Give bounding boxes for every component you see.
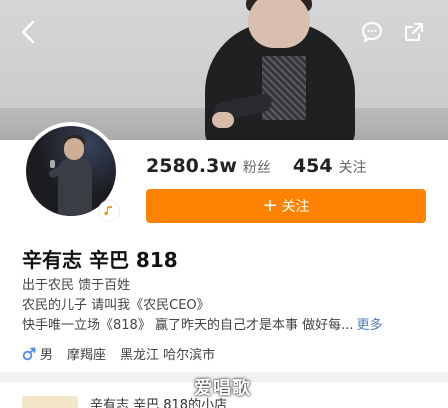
male-icon (22, 347, 36, 360)
music-note-icon (104, 206, 112, 216)
back-button[interactable] (10, 14, 46, 50)
cover-banner (0, 0, 448, 140)
chat-bubble-icon (361, 21, 383, 43)
share-icon (405, 23, 423, 41)
following-count[interactable]: 454 (293, 155, 333, 177)
music-badge (98, 200, 120, 222)
followers-count[interactable]: 2580.3w (146, 155, 237, 177)
comment-button[interactable] (354, 14, 390, 50)
gender-text: 男 (40, 348, 54, 363)
watermark-text: 爱唱歌 (194, 378, 251, 399)
location-text: 黑龙江 哈尔滨市 (120, 348, 216, 363)
bio-line: 农民的儿子 请叫我《农民CEO》 (22, 298, 210, 313)
profile-bio: 出于农民 馈于百姓 农民的儿子 请叫我《农民CEO》 快手唯一立场《818》 赢… (22, 276, 422, 336)
more-link[interactable]: 更多 (356, 318, 382, 333)
stats-row: 2580.3w 粉丝 454 关注 (146, 155, 383, 177)
follow-button-label: 关注 (281, 199, 310, 215)
profile-name: 辛有志 辛巴 818 (22, 248, 178, 272)
zodiac-text: 摩羯座 (67, 348, 107, 363)
cover-jacket-pattern (262, 56, 306, 120)
followers-label[interactable]: 粉丝 (243, 157, 271, 177)
shop-thumbnail (22, 396, 78, 408)
share-button[interactable] (396, 14, 432, 50)
following-label[interactable]: 关注 (339, 157, 367, 177)
profile-meta: 男 摩羯座 黑龙江 哈尔滨市 (22, 344, 229, 363)
cover-performer-head (248, 0, 310, 48)
bio-line-text: 快手唯一立场《818》 赢了昨天的自己才是本事 做好每... (22, 318, 354, 333)
plus-icon: + (262, 195, 278, 216)
follow-button[interactable]: + 关注 (146, 189, 426, 223)
bio-line: 出于农民 馈于百姓 (22, 278, 131, 293)
cover-performer-hand (212, 112, 234, 128)
back-arrow-icon (21, 20, 35, 44)
bio-line: 快手唯一立场《818》 赢了昨天的自己才是本事 做好每... 更多 (22, 316, 422, 336)
profile-card: 2580.3w 粉丝 454 关注 + 关注 辛有志 辛巴 818 出于农民 馈… (0, 122, 448, 408)
